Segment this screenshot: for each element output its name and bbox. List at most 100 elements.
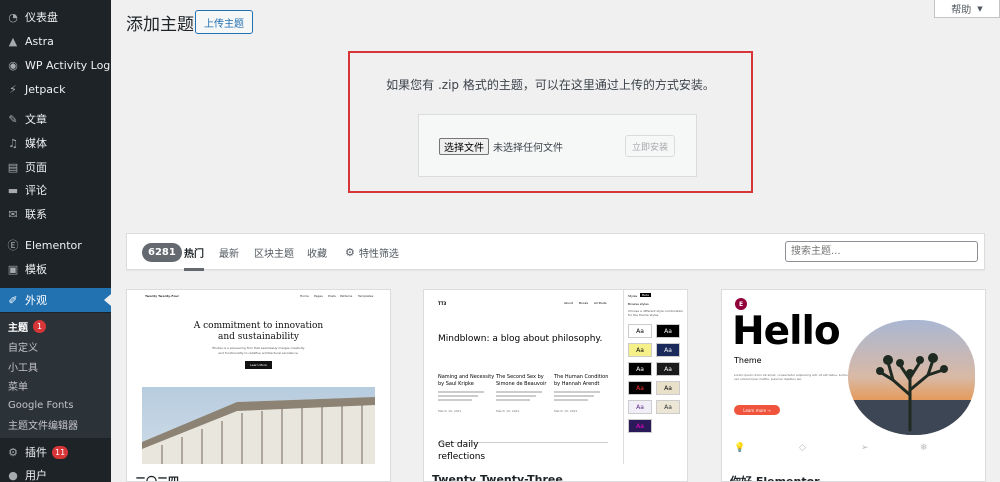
preview-nav-item: About [564, 301, 573, 305]
sidebar-item-media[interactable]: ♫ 媒体 [0, 131, 111, 155]
preview-desc: Lorem ipsum dolor sit amet, consectetur … [734, 373, 848, 381]
sidebar-item-astra[interactable]: ▲ Astra [0, 29, 111, 53]
style-swatch: Aa [656, 362, 680, 376]
submenu-item[interactable]: 自定义 [8, 337, 38, 355]
appearance-brush-icon: ✐ [8, 293, 18, 307]
plugin-icon: ⚙ [8, 445, 18, 459]
pin-icon: ✎ [8, 112, 18, 126]
sidebar-item-appearance-brush[interactable]: ✐ 外观 [0, 288, 111, 312]
elementor-icon: Ⓔ [7, 239, 19, 252]
submenu-item[interactable]: 小工具 [8, 357, 38, 375]
preview-footer-1: Get daily [438, 440, 479, 450]
feature-filter-label: 特性筛选 [358, 249, 399, 260]
submenu-item[interactable]: 菜单 [8, 376, 28, 394]
styles-desc: Choose a different style combination for… [628, 309, 684, 317]
sidebar-item-jetpack[interactable]: ⚡ Jetpack [0, 77, 111, 101]
preview-post-t2: by Hannah Arendt [554, 381, 600, 387]
preview-post-text-line [438, 391, 484, 393]
preview-post-t2: Simone de Beauvoir [496, 381, 547, 387]
sidebar-item-label: 联系 [25, 208, 47, 221]
mail-icon: ✉ [8, 207, 18, 221]
filter-tab[interactable]: 最新 [219, 245, 239, 260]
help-button[interactable]: 帮助 ▼ [934, 0, 1000, 18]
update-count-badge: 1 [33, 319, 46, 333]
page-icon: ▤ [7, 160, 19, 174]
upload-form: 选择文件 未选择任何文件 立即安装 [418, 114, 697, 177]
sidebar-item-elementor[interactable]: Ⓔ Elementor [0, 233, 111, 257]
preview-post-t1: The Human Condition [554, 374, 609, 380]
feature-filter-button[interactable]: ⚙ 特性筛选 [345, 245, 399, 260]
comment-icon: ▬ [7, 183, 19, 197]
submenu-item-label: 主题文件编辑器 [8, 420, 78, 432]
preview-building-image [142, 387, 375, 464]
preview-post-t1: Naming and Necessity [438, 374, 495, 380]
media-icon: ♫ [8, 136, 18, 150]
submenu-item[interactable]: 主题 1 [8, 317, 46, 335]
theme-card-hello-elementor[interactable]: E Hello Theme Lorem ipsum dolor sit amet… [721, 289, 986, 482]
dashboard-icon: ◔ [8, 10, 18, 24]
sidebar-item-mail[interactable]: ✉ 联系 [0, 202, 111, 226]
install-now-button[interactable]: 立即安装 [625, 135, 676, 157]
preview-nav-item: Home [300, 294, 309, 298]
choose-file-button[interactable]: 选择文件 [439, 138, 489, 155]
theme-filter-bar: 6281 热门 最新 区块主题 收藏 ⚙ 特性筛选 [126, 233, 985, 271]
filter-tab[interactable]: 收藏 [307, 245, 327, 260]
sidebar-item-label: 仪表盘 [25, 11, 58, 24]
submenu-item-label: 自定义 [8, 342, 38, 354]
sidebar-item-dashboard[interactable]: ◔ 仪表盘 [0, 5, 111, 29]
upload-instructions: 如果您有 .zip 格式的主题，可以在这里通过上传的方式安装。 [386, 78, 715, 92]
sidebar-item-label: Jetpack [25, 82, 66, 96]
sidebar-item-pin[interactable]: ✎ 文章 [0, 107, 111, 131]
paper-plane-icon: ➢ [861, 443, 869, 453]
preview-hello-title: Hello [732, 309, 841, 354]
theme-card-twenty-twenty-three[interactable]: TT3 About Books All Posts Mindblown: a blo… [423, 289, 688, 482]
lightbulb-icon: 💡 [734, 443, 746, 453]
admin-sidebar: ◔ 仪表盘 ▲ Astra ◉ WP Activity Log ⚡ Jetpack ✎ 文章 ♫ 媒体… [0, 0, 111, 482]
user-icon: ● [8, 468, 18, 482]
sidebar-item-comment[interactable]: ▬ 评论 [0, 178, 111, 202]
styles-title: Styles [628, 294, 638, 298]
page-title: 添加主题 [126, 15, 194, 35]
sidebar-item-page[interactable]: ▤ 页面 [0, 155, 111, 179]
style-swatch: Aa [628, 362, 652, 376]
preview-headline-1: A commitment to innovation [193, 321, 324, 331]
sidebar-item-folder[interactable]: ▣ 模板 [0, 257, 111, 281]
search-themes-input[interactable] [785, 241, 978, 262]
preview-post-text-line [496, 395, 536, 397]
appearance-submenu: 主题 1 自定义小工具菜单 Google Fonts 主题文件编辑器 [0, 313, 111, 438]
caret-down-icon: ▼ [977, 4, 983, 13]
style-swatch: Aa [656, 324, 680, 338]
preview-site-title: TT3 [438, 301, 447, 306]
style-swatch: Aa [628, 381, 652, 395]
sidebar-item-user[interactable]: ● 用户 [0, 463, 111, 482]
sidebar-item-activity-log[interactable]: ◉ WP Activity Log [0, 53, 111, 77]
sidebar-item-label: 评论 [25, 184, 47, 197]
theme-name: Twenty Twenty-Three [432, 473, 563, 482]
style-swatch: Aa [628, 400, 652, 414]
filter-tab[interactable]: 热门 [184, 245, 204, 271]
preview-headline: Mindblown: a blog about philosophy. [438, 334, 603, 344]
filter-tab[interactable]: 区块主题 [254, 245, 294, 260]
preview-body-2: and functionality to redefine architectu… [218, 351, 299, 355]
submenu-item-label: 小工具 [8, 362, 38, 374]
submenu-item[interactable]: 主题文件编辑器 [8, 415, 78, 433]
sidebar-item-plugin[interactable]: ⚙ 插件 11 [0, 440, 111, 464]
theme-name: 你好 Elementor [730, 475, 820, 482]
sidebar-item-label: 媒体 [25, 137, 47, 150]
theme-screenshot: E Hello Theme Lorem ipsum dolor sit amet… [722, 290, 985, 464]
sidebar-item-label: 外观 [25, 294, 47, 307]
preview-post-text-line [554, 391, 600, 393]
submenu-item[interactable]: Google Fonts [8, 396, 73, 414]
upload-theme-button[interactable]: 上传主题 [195, 10, 253, 34]
preview-post-date: March 19, 2021 [496, 409, 520, 413]
preview-nav-item: Templates [358, 294, 374, 298]
no-file-status: 未选择任何文件 [493, 143, 563, 154]
theme-screenshot: TT3 About Books All Posts Mindblown: a blo… [424, 290, 687, 464]
preview-button: Learn More [245, 361, 272, 369]
theme-card-twenty-twenty-four[interactable]: Twenty Twenty-Four Home Pages Posts Pattern… [126, 289, 391, 482]
help-label: 帮助 [951, 5, 972, 16]
activity-log-icon: ◉ [8, 58, 18, 72]
preview-subtitle: Theme [734, 356, 762, 365]
styles-sub: Browse styles [628, 302, 649, 306]
style-swatch: Aa [656, 400, 680, 414]
